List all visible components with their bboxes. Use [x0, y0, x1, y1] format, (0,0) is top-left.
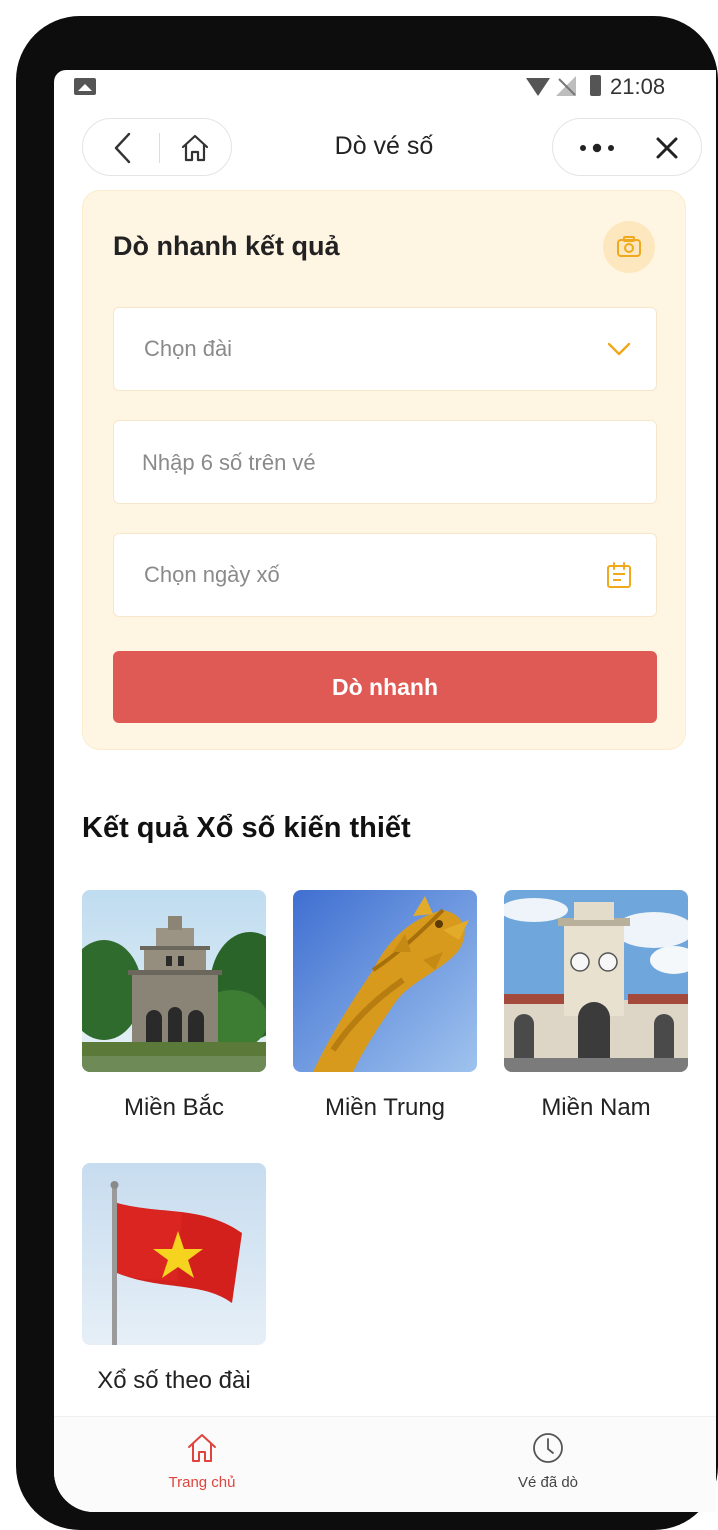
chevron-down-icon: [607, 342, 631, 356]
tile-label-south: Miền Nam: [541, 1094, 651, 1121]
central-region-image: [293, 890, 477, 1072]
region-tile-south[interactable]: Miền Nam: [504, 890, 688, 1122]
camera-icon: [617, 236, 641, 257]
top-nav-bar: Dò vé số: [54, 116, 716, 180]
ticket-number-field: [113, 420, 657, 504]
station-select-placeholder: Chọn đài: [144, 336, 233, 361]
bottom-tab-bar: Trang chủ Vé đã dò: [54, 1416, 716, 1512]
nav-right-capsule: [552, 118, 702, 176]
draw-date-placeholder: Chọn ngày xố: [144, 562, 280, 587]
ticket-number-input[interactable]: [142, 441, 632, 485]
wifi-icon: [526, 78, 550, 96]
quick-check-title: Dò nhanh kết quả: [113, 231, 340, 261]
home-icon: [181, 134, 209, 162]
tile-label-central: Miền Trung: [324, 1094, 446, 1121]
capsule-divider: [159, 133, 160, 163]
page-title: Dò vé số: [334, 132, 434, 160]
tab-checked-tickets-label: Vé đã dò: [517, 1474, 579, 1491]
tab-home[interactable]: Trang chủ: [142, 1431, 262, 1491]
gallery-notification-icon: [74, 78, 96, 95]
close-button[interactable]: [645, 129, 689, 167]
lottery-by-station-tile[interactable]: Xổ số theo đài: [82, 1163, 266, 1395]
chevron-left-icon: [114, 132, 131, 164]
calendar-icon: [607, 562, 631, 588]
phone-frame: 21:08 Dò vé số Dò nhanh kết quả Chọn đài…: [16, 16, 718, 1530]
nav-left-capsule: [82, 118, 232, 176]
draw-date-select[interactable]: Chọn ngày xố: [113, 533, 657, 617]
app-screen: 21:08 Dò vé số Dò nhanh kết quả Chọn đài…: [54, 70, 716, 1512]
status-bar: 21:08: [54, 70, 716, 104]
tab-checked-tickets[interactable]: Vé đã dò: [488, 1431, 608, 1491]
clock-icon: [533, 1433, 563, 1463]
tab-home-label: Trang chủ: [168, 1474, 236, 1491]
station-select[interactable]: Chọn đài: [113, 307, 657, 391]
quick-check-button[interactable]: Dò nhanh: [113, 651, 657, 723]
quick-check-card: Dò nhanh kết quả Chọn đài Chọn ngày xố: [82, 190, 686, 750]
tile-label-north: Miền Bắc: [123, 1094, 225, 1121]
north-region-image: [82, 890, 266, 1072]
results-section-title: Kết quả Xổ số kiến thiết: [82, 812, 411, 844]
battery-icon: [590, 75, 601, 96]
tile-label-by-station: Xổ số theo đài: [97, 1367, 251, 1394]
no-signal-icon: [556, 76, 576, 96]
home-icon: [188, 1434, 216, 1462]
status-time: 21:08: [610, 74, 666, 99]
south-region-image: [504, 890, 688, 1072]
vietnam-flag-image: [82, 1163, 266, 1345]
scan-ticket-button[interactable]: [603, 221, 655, 273]
back-button[interactable]: [101, 129, 145, 167]
region-tile-central[interactable]: Miền Trung: [293, 890, 477, 1122]
more-dots-icon: [580, 143, 614, 153]
home-button[interactable]: [173, 129, 217, 167]
more-button[interactable]: [569, 129, 625, 167]
close-icon: [656, 137, 678, 159]
region-tile-north[interactable]: Miền Bắc: [82, 890, 266, 1122]
